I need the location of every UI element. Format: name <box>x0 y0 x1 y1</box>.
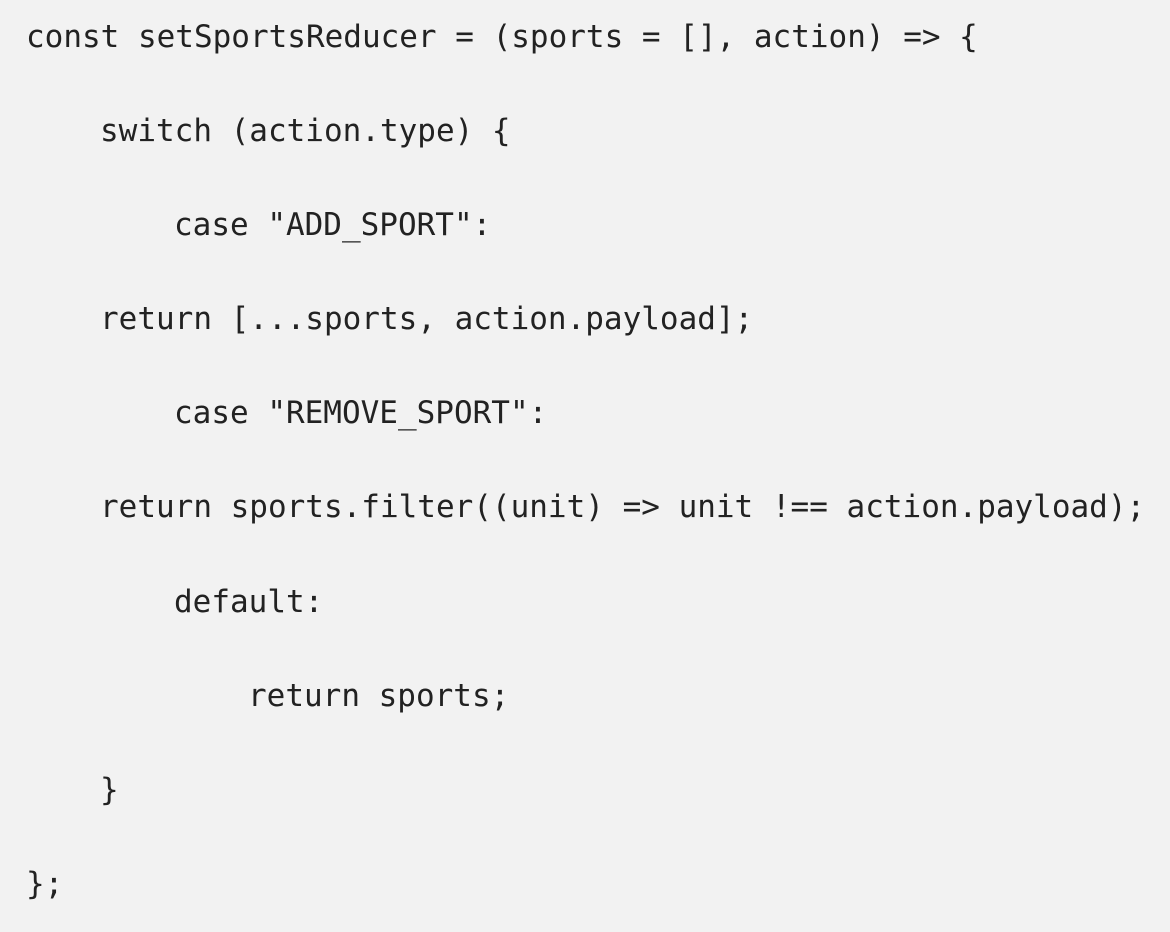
code-line-4-text: return [...sports, action.payload]; <box>100 301 754 337</box>
code-line-8-text: return sports; <box>248 678 510 714</box>
code-line-9-text: } <box>100 772 119 808</box>
code-line-1-text: const setSportsReducer = (sports = [], a… <box>26 19 978 55</box>
code-line-9: } <box>26 770 119 810</box>
code-line-8: return sports; <box>26 676 509 716</box>
code-line-2: switch (action.type) { <box>26 111 511 151</box>
code-line-4: return [...sports, action.payload]; <box>26 299 753 339</box>
code-line-3-text: case "ADD_SPORT": <box>174 207 492 243</box>
code-line-3: case "ADD_SPORT": <box>26 205 491 245</box>
code-block: const setSportsReducer = (sports = [], a… <box>0 0 1170 932</box>
code-line-10: }; <box>26 864 63 904</box>
code-line-6: return sports.filter((unit) => unit !== … <box>26 487 1145 527</box>
code-line-10-text: }; <box>26 866 64 902</box>
code-line-6-text: return sports.filter((unit) => unit !== … <box>100 489 1146 525</box>
code-line-2-text: switch (action.type) { <box>100 113 511 149</box>
code-line-1: const setSportsReducer = (sports = [], a… <box>26 17 978 57</box>
code-line-7: default: <box>26 582 323 622</box>
code-line-5: case "REMOVE_SPORT": <box>26 393 547 433</box>
code-line-5-text: case "REMOVE_SPORT": <box>174 395 548 431</box>
code-line-7-text: default: <box>174 584 324 620</box>
